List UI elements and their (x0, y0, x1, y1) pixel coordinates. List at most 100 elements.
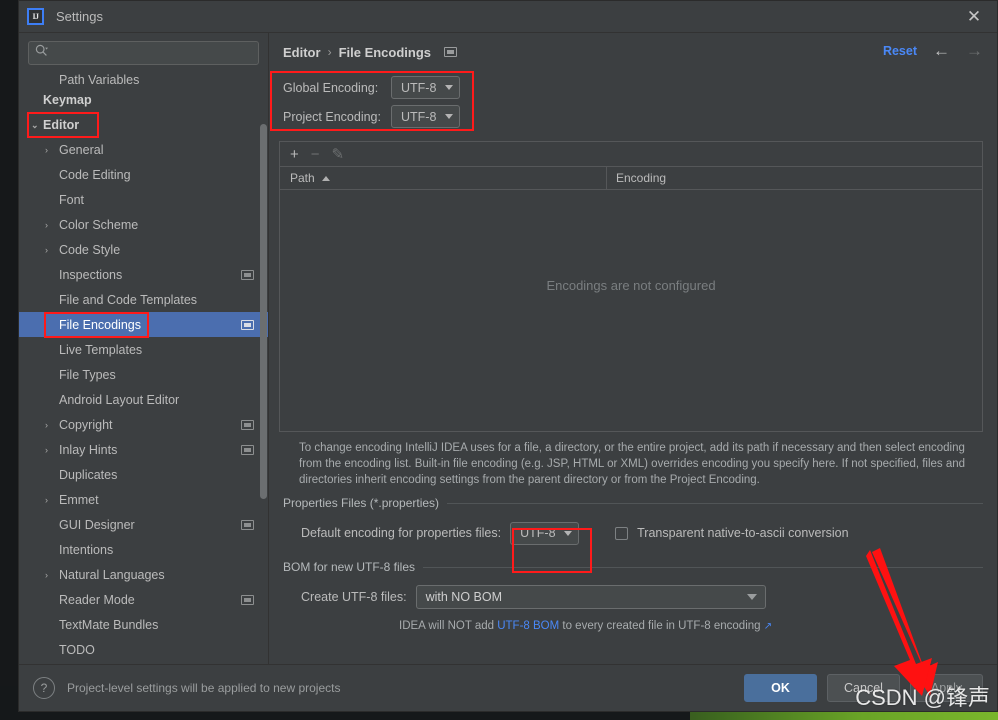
panel-top-right-controls: Reset ← → (883, 42, 983, 59)
transparent-native-checkbox[interactable] (615, 526, 629, 540)
close-icon[interactable]: ✕ (961, 5, 987, 29)
table-empty-text: Encodings are not configured (546, 278, 716, 293)
create-utf8-files-label: Create UTF-8 files: (301, 590, 407, 604)
sidebar-item-label: Color Scheme (59, 217, 139, 232)
breadcrumb-parent[interactable]: Editor (283, 45, 321, 60)
copy-settings-icon[interactable] (241, 594, 254, 605)
chevron-right-icon[interactable]: › (45, 570, 55, 580)
chevron-right-icon[interactable]: › (45, 420, 55, 430)
csdn-watermark: CSDN @锋声 (855, 685, 990, 710)
create-utf8-files-row: Create UTF-8 files: with NO BOM (301, 584, 983, 610)
group-divider (447, 502, 983, 504)
sidebar-item-color-scheme[interactable]: › Color Scheme (19, 212, 268, 237)
add-icon[interactable]: + (290, 147, 299, 162)
sidebar-item-live-templates[interactable]: Live Templates (19, 337, 268, 362)
reset-link[interactable]: Reset (883, 44, 917, 58)
sidebar-item-inlay-hints[interactable]: › Inlay Hints (19, 437, 268, 462)
global-encoding-dropdown[interactable]: UTF-8 (391, 76, 460, 99)
copy-settings-icon[interactable] (241, 444, 254, 455)
group-divider (423, 566, 983, 568)
sidebar-item-label: Live Templates (59, 342, 143, 357)
copy-settings-icon[interactable] (241, 319, 254, 330)
copy-settings-icon[interactable] (241, 269, 254, 280)
breadcrumb: Editor › File Encodings (279, 33, 983, 65)
table-column-path[interactable]: Path (280, 167, 607, 189)
bom-note-link[interactable]: UTF-8 BOM (497, 620, 559, 632)
sidebar-item-android-layout-editor[interactable]: Android Layout Editor (19, 387, 268, 412)
sidebar-item-label: Editor (43, 117, 80, 132)
sidebar-item-label: TextMate Bundles (59, 617, 159, 632)
encodings-table-body[interactable]: Encodings are not configured (279, 190, 983, 432)
sidebar-scrollbar[interactable] (259, 69, 268, 664)
chevron-right-icon[interactable]: › (45, 445, 55, 455)
sort-ascending-icon (321, 175, 330, 181)
default-properties-encoding-label: Default encoding for properties files: (301, 526, 502, 540)
sidebar-item-intentions[interactable]: Intentions (19, 537, 268, 562)
copy-settings-icon[interactable] (241, 419, 254, 430)
encoding-settings-block: Global Encoding: UTF-8 Project Encoding:… (279, 67, 484, 137)
sidebar-item-inspections[interactable]: Inspections (19, 262, 268, 287)
sidebar-item-code-editing[interactable]: Code Editing (19, 162, 268, 187)
sidebar-item-file-encodings[interactable]: File Encodings (19, 312, 268, 337)
sidebar-item-emmet[interactable]: › Emmet (19, 487, 268, 512)
search-box[interactable] (28, 41, 259, 65)
back-arrow-icon[interactable]: ← (933, 42, 950, 59)
sidebar-item-code-style[interactable]: › Code Style (19, 237, 268, 262)
sidebar-item-duplicates[interactable]: Duplicates (19, 462, 268, 487)
project-encoding-dropdown[interactable]: UTF-8 (391, 105, 460, 128)
sidebar-scrollbar-thumb[interactable] (260, 124, 267, 499)
help-icon[interactable]: ? (33, 677, 55, 699)
intellij-logo-icon: IJ (27, 8, 44, 25)
transparent-native-label[interactable]: Transparent native-to-ascii conversion (637, 526, 848, 540)
copy-settings-icon[interactable] (241, 519, 254, 530)
sidebar-item-editor[interactable]: ⌄ Editor (19, 112, 268, 137)
sidebar-item-natural-languages[interactable]: › Natural Languages (19, 562, 268, 587)
project-encoding-label: Project Encoding: (283, 109, 381, 124)
sidebar-item-keymap[interactable]: Keymap (19, 87, 268, 112)
chevron-right-icon[interactable]: › (45, 145, 55, 155)
properties-files-group: Properties Files (*.properties) Default … (279, 496, 983, 546)
tree-top-clip (19, 69, 268, 73)
table-column-encoding[interactable]: Encoding (607, 171, 666, 185)
chevron-down-icon[interactable]: ⌄ (31, 120, 41, 130)
search-input[interactable] (52, 46, 252, 60)
properties-files-group-content: Default encoding for properties files: U… (279, 510, 983, 546)
external-link-icon[interactable]: ↗ (764, 621, 772, 632)
sidebar-item-gui-designer[interactable]: GUI Designer (19, 512, 268, 537)
sidebar-item-todo[interactable]: TODO (19, 637, 268, 662)
project-encoding-row: Project Encoding: UTF-8 (283, 102, 484, 131)
sidebar-item-file-types[interactable]: File Types (19, 362, 268, 387)
edit-pencil-icon: ✎ (331, 145, 345, 163)
sidebar-item-label: File Types (59, 367, 116, 382)
create-utf8-files-dropdown[interactable]: with NO BOM (415, 585, 766, 609)
forward-arrow-icon[interactable]: → (966, 42, 983, 59)
settings-tree[interactable]: Path Variables Keymap ⌄ Editor › General Code … (19, 69, 268, 664)
chevron-right-icon[interactable]: › (45, 245, 55, 255)
sidebar-item-label: Code Editing (59, 167, 131, 182)
chevron-right-icon[interactable]: › (45, 220, 55, 230)
sidebar-item-file-and-code-templates[interactable]: File and Code Templates (19, 287, 268, 312)
copy-settings-icon[interactable] (444, 47, 458, 57)
sidebar-item-label: File Encodings (59, 317, 141, 332)
breadcrumb-separator-icon: › (327, 45, 332, 59)
global-encoding-row: Global Encoding: UTF-8 (283, 73, 484, 102)
ok-button[interactable]: OK (744, 674, 817, 702)
sidebar-item-reader-mode[interactable]: Reader Mode (19, 587, 268, 612)
search-container (19, 33, 268, 69)
sidebar-item-label: Font (59, 192, 85, 207)
sidebar-item-general[interactable]: › General (19, 137, 268, 162)
chevron-right-icon[interactable]: › (45, 495, 55, 505)
settings-main-panel: Editor › File Encodings Reset ← → Global… (269, 33, 997, 664)
encodings-table-header: Path Encoding (279, 166, 983, 190)
dialog-footer: ? Project-level settings will be applied… (19, 664, 997, 711)
chevron-down-icon (746, 594, 757, 600)
sidebar-item-font[interactable]: Font (19, 187, 268, 212)
settings-sidebar: Path Variables Keymap ⌄ Editor › General Code … (19, 33, 269, 664)
default-properties-encoding-dropdown[interactable]: UTF-8 (510, 521, 580, 545)
sidebar-item-label: Natural Languages (59, 567, 165, 582)
bom-note-prefix: IDEA will NOT add (399, 620, 498, 632)
sidebar-item-label: Inspections (59, 267, 123, 282)
sidebar-item-textmate-bundles[interactable]: TextMate Bundles (19, 612, 268, 637)
sidebar-item-label: Intentions (59, 542, 114, 557)
sidebar-item-copyright[interactable]: › Copyright (19, 412, 268, 437)
